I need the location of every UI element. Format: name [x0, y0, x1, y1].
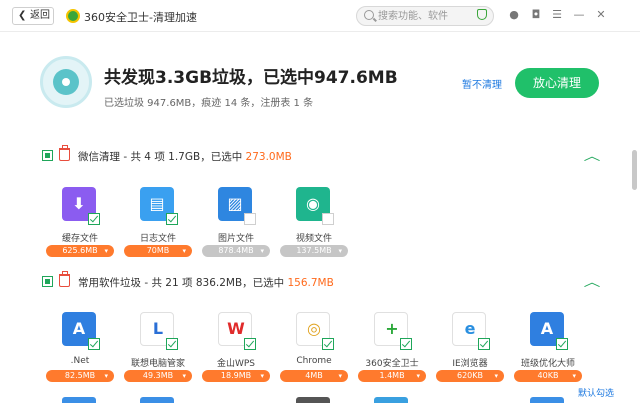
item-size-dropdown[interactable]: 4MB: [280, 370, 348, 382]
item-label: 金山WPS: [216, 359, 256, 369]
item-label: 缓存文件: [61, 234, 98, 244]
item-checkbox[interactable]: [88, 213, 100, 225]
cleanup-item[interactable]: A .Net 82.5MB: [46, 312, 114, 392]
trash-icon: [59, 145, 70, 161]
skin-icon[interactable]: ●: [508, 9, 520, 21]
clean-button[interactable]: 放心清理: [515, 68, 599, 98]
item-checkbox[interactable]: [244, 213, 256, 225]
item-label: Chrome: [296, 356, 332, 366]
section-title: 常用软件垃圾 - 共 21 项 836.2MB，已选中 156.7MB: [78, 277, 334, 289]
minimize-icon[interactable]: —: [573, 9, 585, 21]
cleanup-logo-icon: [40, 56, 92, 108]
item-checkbox[interactable]: [400, 338, 412, 350]
item-label: IE浏览器: [452, 359, 488, 369]
cleanup-item[interactable]: ▤ 日志文件 70MB: [124, 187, 192, 267]
item-checkbox[interactable]: [556, 338, 568, 350]
title-bar: ❮ 返回 360安全卫士-清理加速 ● ◘ ☰ — ✕: [0, 0, 640, 32]
cleanup-item[interactable]: ◎ Chrome 4MB: [280, 312, 348, 392]
cleanup-item[interactable]: W 金山WPS 18.9MB: [202, 312, 270, 392]
trash-icon: [59, 271, 70, 287]
next-row-icon: [374, 397, 408, 403]
item-size-dropdown[interactable]: 625.6MB: [46, 245, 114, 257]
cleanup-item[interactable]: A 班级优化大师 40KB: [514, 312, 582, 392]
item-label: 班级优化大师: [520, 359, 575, 369]
close-icon[interactable]: ✕: [595, 9, 607, 21]
section-common-software: 常用软件垃圾 - 共 21 项 836.2MB，已选中 156.7MB ︿: [42, 271, 602, 291]
item-checkbox[interactable]: [322, 213, 334, 225]
search-input[interactable]: [378, 9, 472, 23]
item-label: 图片文件: [217, 234, 254, 244]
next-row-icon: [530, 397, 564, 403]
cleanup-item[interactable]: ◉ 视频文件 137.5MB: [280, 187, 348, 267]
item-checkbox[interactable]: [166, 338, 178, 350]
item-checkbox[interactable]: [166, 213, 178, 225]
next-row-icon: [296, 397, 330, 403]
back-button-label: 返回: [30, 10, 50, 21]
item-size-dropdown[interactable]: 137.5MB: [280, 245, 348, 257]
search-icon: [364, 10, 374, 20]
app-title: 360安全卫士-清理加速: [84, 11, 197, 24]
item-size-dropdown[interactable]: 40KB: [514, 370, 582, 382]
next-row-icon: [62, 397, 96, 403]
item-label: 360安全卫士: [365, 359, 419, 369]
item-size-dropdown[interactable]: 620KB: [436, 370, 504, 382]
item-checkbox[interactable]: [478, 338, 490, 350]
scan-result-title: 共发现3.3GB垃圾，已选中947.6MB: [104, 68, 398, 88]
item-size-dropdown[interactable]: 878.4MB: [202, 245, 270, 257]
collapse-icon[interactable]: ︿: [584, 147, 601, 164]
item-size-dropdown[interactable]: 1.4MB: [358, 370, 426, 382]
cleanup-item[interactable]: ▨ 图片文件 878.4MB: [202, 187, 270, 267]
item-label: 视频文件: [295, 234, 332, 244]
item-size-dropdown[interactable]: 49.3MB: [124, 370, 192, 382]
search-box[interactable]: [356, 6, 494, 26]
item-size-dropdown[interactable]: 70MB: [124, 245, 192, 257]
cleanup-item[interactable]: ⬇ 缓存文件 625.6MB: [46, 187, 114, 267]
scan-result-subtitle: 已选垃圾 947.6MB，痕迹 14 条，注册表 1 条: [104, 98, 314, 109]
shield-icon[interactable]: [477, 9, 487, 20]
feedback-icon[interactable]: ◘: [530, 9, 542, 21]
section-checkbox[interactable]: [42, 276, 53, 287]
item-size-dropdown[interactable]: 18.9MB: [202, 370, 270, 382]
default-check-link[interactable]: 默认勾选: [578, 386, 614, 399]
item-checkbox[interactable]: [88, 338, 100, 350]
cleanup-item[interactable]: L 联想电脑管家 49.3MB: [124, 312, 192, 392]
menu-icon[interactable]: ☰: [551, 9, 563, 21]
section-title: 微信清理 - 共 4 项 1.7GB，已选中 273.0MB: [78, 151, 292, 163]
scrollbar[interactable]: [632, 150, 637, 190]
item-label: 日志文件: [139, 234, 176, 244]
pause-cleanup-link[interactable]: 暂不清理: [462, 76, 502, 91]
next-row-icon: [140, 397, 174, 403]
collapse-icon[interactable]: ︿: [584, 273, 601, 290]
item-label: .Net: [70, 356, 90, 366]
item-checkbox[interactable]: [244, 338, 256, 350]
item-label: 联想电脑管家: [130, 359, 185, 369]
item-size-dropdown[interactable]: 82.5MB: [46, 370, 114, 382]
app-logo-icon: [66, 9, 80, 23]
item-checkbox[interactable]: [322, 338, 334, 350]
section-checkbox[interactable]: [42, 150, 53, 161]
cleanup-item[interactable]: +360安全卫士 1.4MB: [358, 312, 426, 392]
chevron-left-icon: ❮: [18, 10, 27, 21]
back-button[interactable]: ❮ 返回: [12, 7, 54, 25]
cleanup-item[interactable]: e IE浏览器 620KB: [436, 312, 504, 392]
section-wechat: 微信清理 - 共 4 项 1.7GB，已选中 273.0MB ︿: [42, 145, 602, 165]
